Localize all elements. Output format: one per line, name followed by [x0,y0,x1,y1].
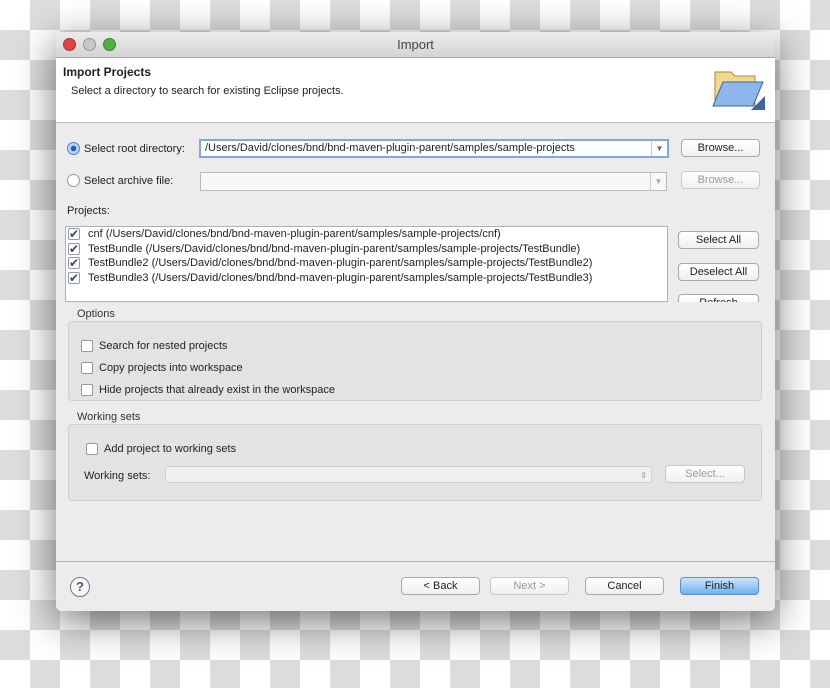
root-directory-radio[interactable] [67,142,80,155]
option-checkbox[interactable] [81,384,93,396]
option-label: Hide projects that already exist in the … [99,384,336,396]
add-to-working-sets-checkbox[interactable] [86,443,98,455]
root-directory-value: /Users/David/clones/bnd/bnd-maven-plugin… [205,142,575,154]
project-row[interactable]: ✔ TestBundle (/Users/David/clones/bnd/bnd… [66,242,667,257]
wizard-header: Import Projects Select a directory to se… [56,58,775,123]
option-item[interactable]: Copy projects into workspace [81,357,761,379]
finish-button[interactable]: Finish [680,577,759,595]
project-checkbox[interactable]: ✔ [68,271,80,284]
refresh-button[interactable]: Refresh [678,294,759,302]
add-to-working-sets-option[interactable]: Add project to working sets [86,443,236,455]
working-sets-combo[interactable]: ⇕ [165,466,652,483]
option-checkbox[interactable] [81,340,93,352]
next-button[interactable]: Next > [490,577,569,595]
option-item[interactable]: Search for nested projects [81,335,761,357]
projects-list[interactable]: ✔ cnf (/Users/David/clones/bnd/bnd-maven-… [65,226,668,302]
back-button[interactable]: < Back [401,577,480,595]
options-label: Options [77,308,115,320]
option-label: Copy projects into workspace [99,362,243,374]
option-item[interactable]: Hide projects that already exist in the … [81,379,761,401]
project-checkbox[interactable]: ✔ [68,242,80,255]
minimize-button[interactable] [83,38,96,51]
project-row[interactable]: ✔ cnf (/Users/David/clones/bnd/bnd-maven-… [66,227,667,242]
page-title: Import Projects [63,65,152,79]
zoom-button[interactable] [103,38,116,51]
import-dialog: Import Import Projects Select a director… [56,32,775,611]
cancel-button[interactable]: Cancel [585,577,664,595]
browse-archive-button[interactable]: Browse... [681,171,760,189]
option-checkbox[interactable] [81,362,93,374]
projects-label: Projects: [67,205,110,217]
archive-file-combo[interactable]: ▼ [200,172,667,191]
archive-file-radio[interactable] [67,174,80,187]
option-label: Search for nested projects [99,340,228,352]
folder-open-icon [712,71,765,110]
project-checkbox[interactable]: ✔ [68,228,80,241]
help-icon[interactable]: ? [70,577,90,597]
working-sets-label: Working sets [77,411,141,423]
add-to-working-sets-label: Add project to working sets [104,443,237,455]
browse-directory-button[interactable]: Browse... [681,139,760,157]
archive-file-label: Select archive file: [84,175,174,187]
root-directory-label: Select root directory: [84,143,185,155]
project-label: TestBundle3 (/Users/David/clones/bnd/bnd… [88,271,593,284]
project-row[interactable]: ✔ TestBundle2 (/Users/David/clones/bnd/bn… [66,256,667,271]
project-label: TestBundle2 (/Users/David/clones/bnd/bnd… [88,257,593,269]
working-sets-field-label: Working sets: [84,470,151,482]
options-group: Search for nested projects Copy projects … [68,321,762,401]
project-row[interactable]: ✔ TestBundle3 (/Users/David/clones/bnd/bn… [66,271,667,286]
refresh-clip: Refresh [678,294,759,302]
deselect-all-button[interactable]: Deselect All [678,263,759,281]
chevron-down-icon[interactable]: ▼ [650,173,666,190]
root-directory-combo[interactable]: /Users/David/clones/bnd/bnd-maven-plugin… [199,139,669,158]
select-working-sets-button[interactable]: Select... [665,465,745,483]
title-bar: Import [56,32,775,58]
chevron-updown-icon: ⇕ [640,471,647,480]
project-checkbox[interactable]: ✔ [68,257,80,270]
window-title: Import [397,37,434,52]
project-label: TestBundle (/Users/David/clones/bnd/bnd-… [88,242,581,255]
working-sets-group: Add project to working sets Working sets… [68,424,762,501]
footer-divider [56,561,775,562]
select-all-button[interactable]: Select All [678,231,759,249]
project-label: cnf (/Users/David/clones/bnd/bnd-maven-p… [88,228,501,240]
close-button[interactable] [63,38,76,51]
page-subtitle: Select a directory to search for existin… [71,85,344,97]
chevron-down-icon[interactable]: ▼ [651,141,667,156]
